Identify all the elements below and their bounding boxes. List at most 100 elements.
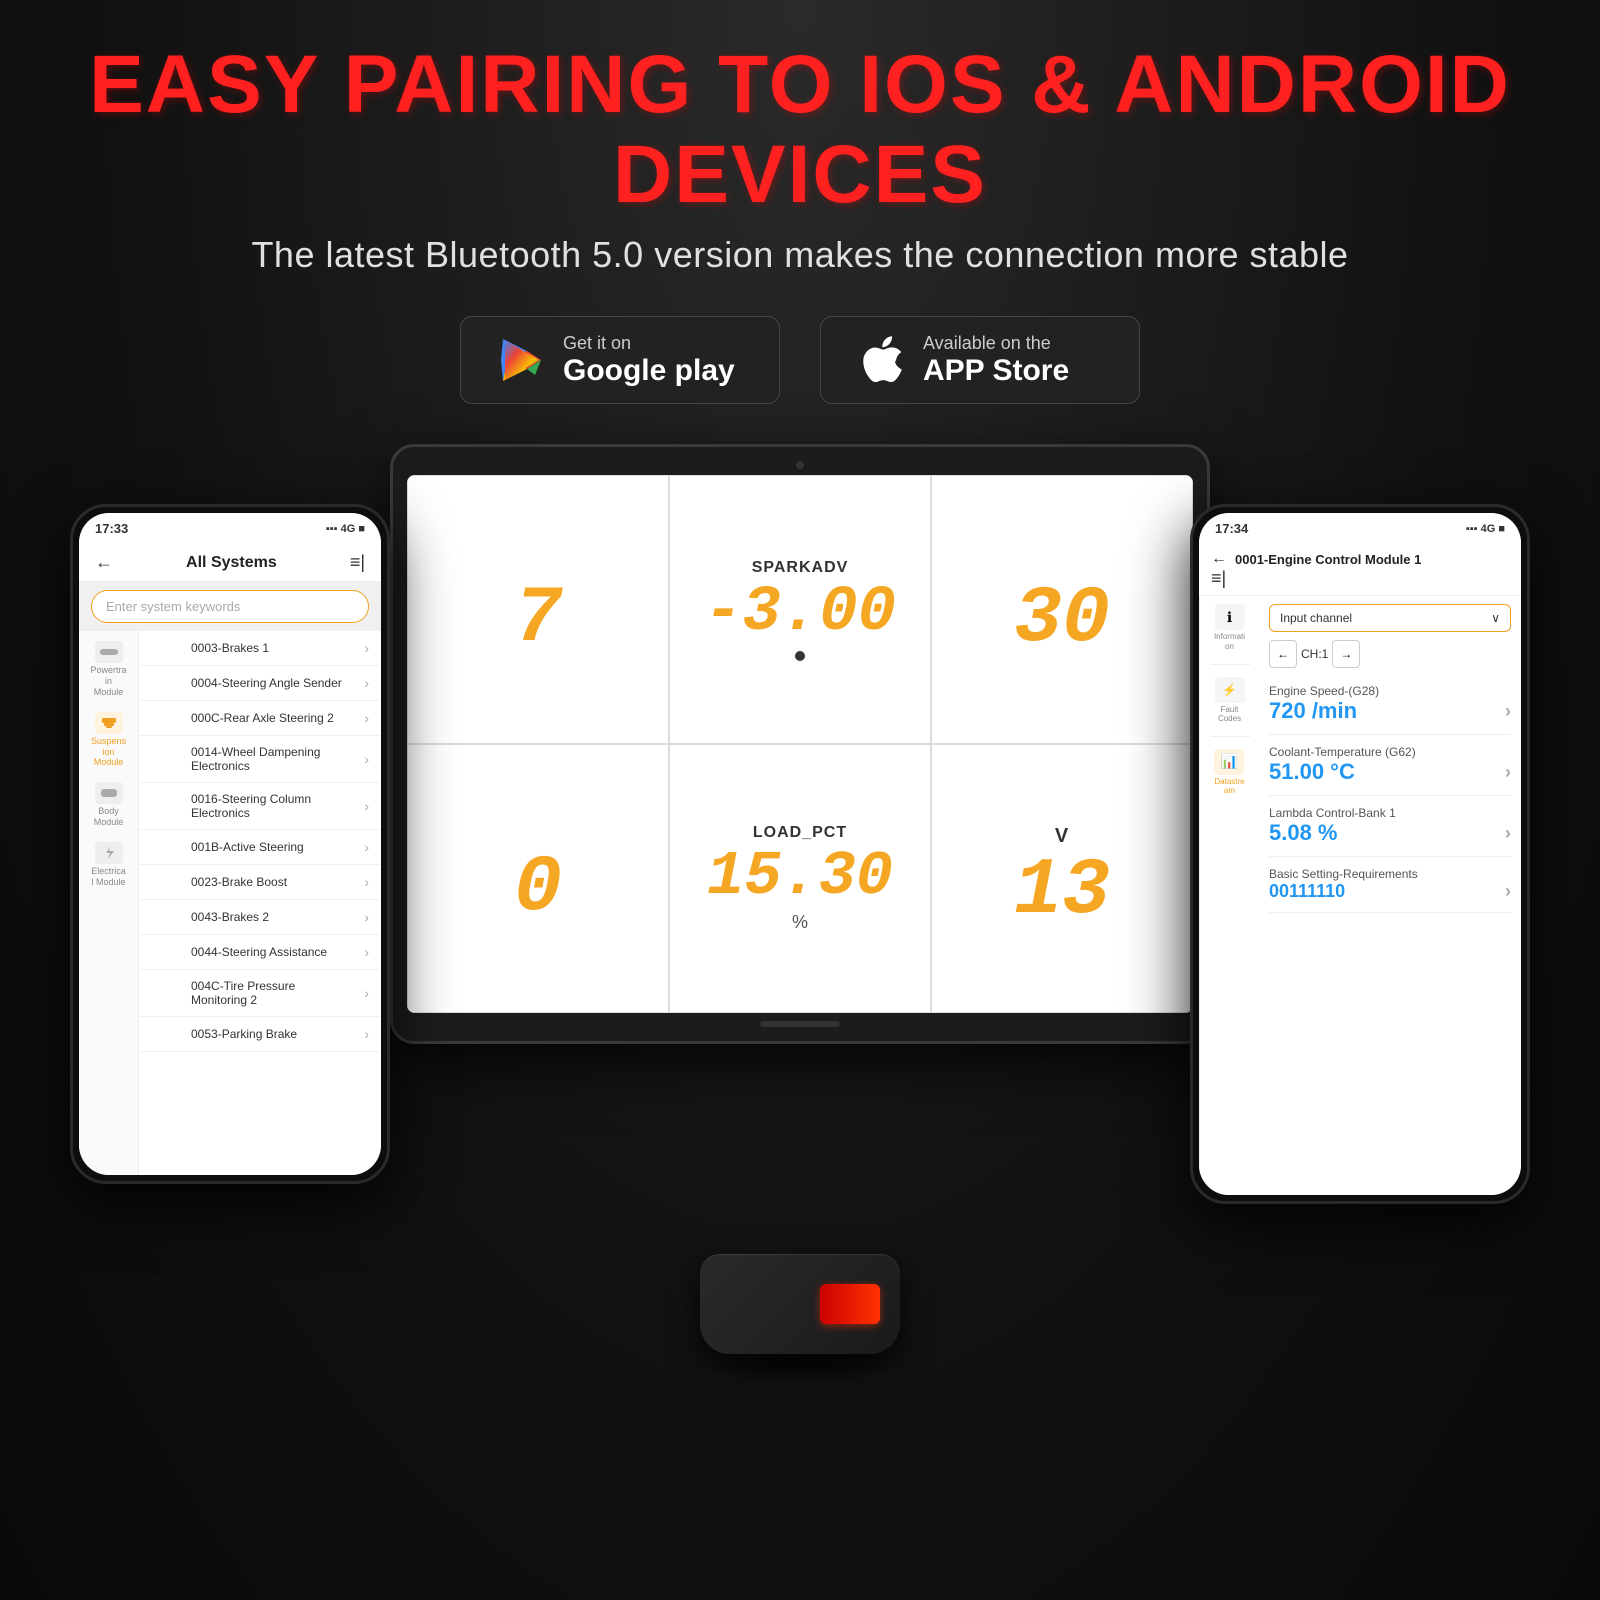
- app-store-main-text: APP Store: [923, 354, 1069, 387]
- datastream-icon: 📊: [1214, 749, 1244, 775]
- sidebar-fault[interactable]: ⚡ FaultCodes: [1215, 677, 1245, 724]
- basic-setting-arrow[interactable]: ›: [1505, 881, 1511, 902]
- list-item-text-0023: 0023-Brake Boost: [191, 875, 287, 889]
- channel-row: Input channel ∨: [1269, 604, 1511, 632]
- list-item-0004[interactable]: 0004-Steering Angle Sender ›: [139, 666, 381, 701]
- left-phone-header-title: All Systems: [186, 554, 277, 572]
- list-item-text-0004: 0004-Steering Angle Sender: [191, 676, 342, 690]
- data-item-lambda: Lambda Control-Bank 1 5.08 % ›: [1269, 796, 1511, 857]
- lambda-arrow[interactable]: ›: [1505, 823, 1511, 844]
- devices-area: 7 SPARKADV -3.00 30 0 LOAD_PCT: [50, 444, 1550, 1394]
- data-item-coolant: Coolant-Temperature (G62) 51.00 °C ›: [1269, 735, 1511, 796]
- google-play-pre-text: Get it on: [563, 333, 735, 354]
- gauge-unit-loadpct: %: [792, 912, 808, 933]
- list-item-text-0014: 0014-Wheel DampeningElectronics: [191, 745, 320, 773]
- store-buttons-row: Get it on Google play Available on the A…: [460, 316, 1140, 404]
- right-back-icon[interactable]: ←: [1211, 550, 1227, 568]
- list-item-000c[interactable]: 000C-Rear Axle Steering 2 ›: [139, 701, 381, 736]
- engine-speed-arrow[interactable]: ›: [1505, 701, 1511, 722]
- coolant-arrow[interactable]: ›: [1505, 762, 1511, 783]
- list-item-text-000c: 000C-Rear Axle Steering 2: [191, 711, 334, 725]
- basic-setting-label: Basic Setting-Requirements: [1269, 867, 1511, 881]
- lambda-label: Lambda Control-Bank 1: [1269, 806, 1511, 820]
- coolant-label: Coolant-Temperature (G62): [1269, 745, 1511, 759]
- channel-select[interactable]: Input channel ∨: [1269, 604, 1511, 632]
- sidebar-item-electrical[interactable]: Electrical Module: [79, 836, 138, 894]
- left-phone-signal: ▪▪▪ 4G ■: [326, 523, 365, 535]
- list-item-0023[interactable]: 0023-Brake Boost ›: [139, 865, 381, 900]
- sidebar-item-suspension[interactable]: SuspensionModule: [79, 706, 138, 774]
- sidebar-datastream[interactable]: 📊 Datastream: [1214, 749, 1244, 796]
- list-arrow-0016: ›: [364, 798, 369, 814]
- channel-navigation: ← CH:1 →: [1269, 640, 1360, 668]
- sidebar-item-powertrain[interactable]: PowertrainModule: [79, 635, 138, 703]
- list-item-0014[interactable]: 0014-Wheel DampeningElectronics ›: [139, 736, 381, 783]
- channel-next-btn[interactable]: →: [1332, 640, 1360, 668]
- suspension-label: SuspensionModule: [91, 736, 126, 768]
- gauge-cell-loadpct: LOAD_PCT 15.30 %: [669, 744, 931, 1013]
- filter-icon[interactable]: ≡|: [350, 552, 365, 573]
- gauge-value-6: 13: [1014, 852, 1110, 932]
- list-item-001b[interactable]: 001B-Active Steering ›: [139, 830, 381, 865]
- left-phone-search-bar[interactable]: Enter system keywords: [91, 590, 369, 623]
- body-icon: [95, 782, 123, 804]
- list-arrow-0043: ›: [364, 909, 369, 925]
- left-phone-list: 0003-Brakes 1 › 0004-Steering Angle Send…: [139, 631, 381, 1175]
- right-phone-screen-row: ℹ Information ⚡ FaultCodes 📊 Datastream: [1199, 596, 1521, 1195]
- sidebar-item-body[interactable]: BodyModule: [79, 776, 138, 834]
- fault-icon: ⚡: [1215, 677, 1245, 703]
- right-phone-sidebar: ℹ Information ⚡ FaultCodes 📊 Datastream: [1199, 596, 1259, 1195]
- sidebar-info[interactable]: ℹ Information: [1214, 604, 1245, 651]
- list-item-0053[interactable]: 0053-Parking Brake ›: [139, 1017, 381, 1052]
- list-arrow-004c: ›: [364, 985, 369, 1001]
- list-arrow-0014: ›: [364, 751, 369, 767]
- engine-speed-value: 720 /min ›: [1269, 698, 1511, 724]
- list-arrow-0053: ›: [364, 1026, 369, 1042]
- right-phone-status-bar: 17:34 ▪▪▪ 4G ■: [1199, 513, 1521, 544]
- basic-setting-value: 00111110 ›: [1269, 881, 1511, 902]
- phone-left-screen: 17:33 ▪▪▪ 4G ■ ← All Systems ≡| Enter sy…: [79, 513, 381, 1175]
- list-arrow-0044: ›: [364, 944, 369, 960]
- powertrain-label: PowertrainModule: [90, 665, 126, 697]
- list-arrow-0004: ›: [364, 675, 369, 691]
- app-store-pre-text: Available on the: [923, 333, 1069, 354]
- list-item-0003[interactable]: 0003-Brakes 1 ›: [139, 631, 381, 666]
- phone-left: 17:33 ▪▪▪ 4G ■ ← All Systems ≡| Enter sy…: [70, 504, 390, 1184]
- list-item-0016[interactable]: 0016-Steering ColumnElectronics ›: [139, 783, 381, 830]
- left-phone-time: 17:33: [95, 521, 128, 536]
- gauge-cell-3: 30: [931, 475, 1193, 744]
- info-label: Information: [1214, 632, 1245, 651]
- list-arrow-0023: ›: [364, 874, 369, 890]
- info-icon: ℹ: [1215, 604, 1245, 630]
- google-play-button[interactable]: Get it on Google play: [460, 316, 780, 404]
- tablet-screen: 7 SPARKADV -3.00 30 0 LOAD_PCT: [407, 475, 1193, 1013]
- suspension-icon: [95, 712, 123, 734]
- gauge-dot-sparkadv: [795, 651, 805, 661]
- list-item-text-001b: 001B-Active Steering: [191, 840, 304, 854]
- list-item-004c[interactable]: 004C-Tire PressureMonitoring 2 ›: [139, 970, 381, 1017]
- left-phone-screen-row: PowertrainModule SuspensionModule: [79, 631, 381, 1175]
- phone-right-screen: 17:34 ▪▪▪ 4G ■ ← 0001-Engine Control Mod…: [1199, 513, 1521, 1195]
- obd-device: [700, 1254, 900, 1394]
- fault-label: FaultCodes: [1218, 705, 1241, 724]
- data-item-basic-setting: Basic Setting-Requirements 00111110 ›: [1269, 857, 1511, 913]
- channel-dropdown-icon: ∨: [1491, 611, 1500, 625]
- right-phone-time: 17:34: [1215, 521, 1248, 536]
- electrical-icon: [95, 842, 123, 864]
- google-play-text: Get it on Google play: [563, 333, 735, 387]
- main-title: EASY PAIRING TO IOS & ANDROID DEVICES: [0, 40, 1600, 220]
- list-item-0044[interactable]: 0044-Steering Assistance ›: [139, 935, 381, 970]
- right-menu-icon[interactable]: ≡|: [1211, 568, 1226, 588]
- app-store-button[interactable]: Available on the APP Store: [820, 316, 1140, 404]
- list-arrow-0003: ›: [364, 640, 369, 656]
- list-item-text-0003: 0003-Brakes 1: [191, 641, 269, 655]
- datastream-label: Datastream: [1214, 777, 1244, 796]
- data-list: Engine Speed-(G28) 720 /min › Coolant-Te…: [1259, 674, 1521, 1195]
- gauge-cell-4: 0: [407, 744, 669, 1013]
- right-header-title: 0001-Engine Control Module 1: [1235, 552, 1421, 567]
- back-arrow-icon[interactable]: ←: [95, 552, 113, 573]
- channel-prev-btn[interactable]: ←: [1269, 640, 1297, 668]
- list-item-0043[interactable]: 0043-Brakes 2 ›: [139, 900, 381, 935]
- channel-label: Input channel: [1280, 611, 1352, 625]
- google-play-icon: [497, 335, 547, 385]
